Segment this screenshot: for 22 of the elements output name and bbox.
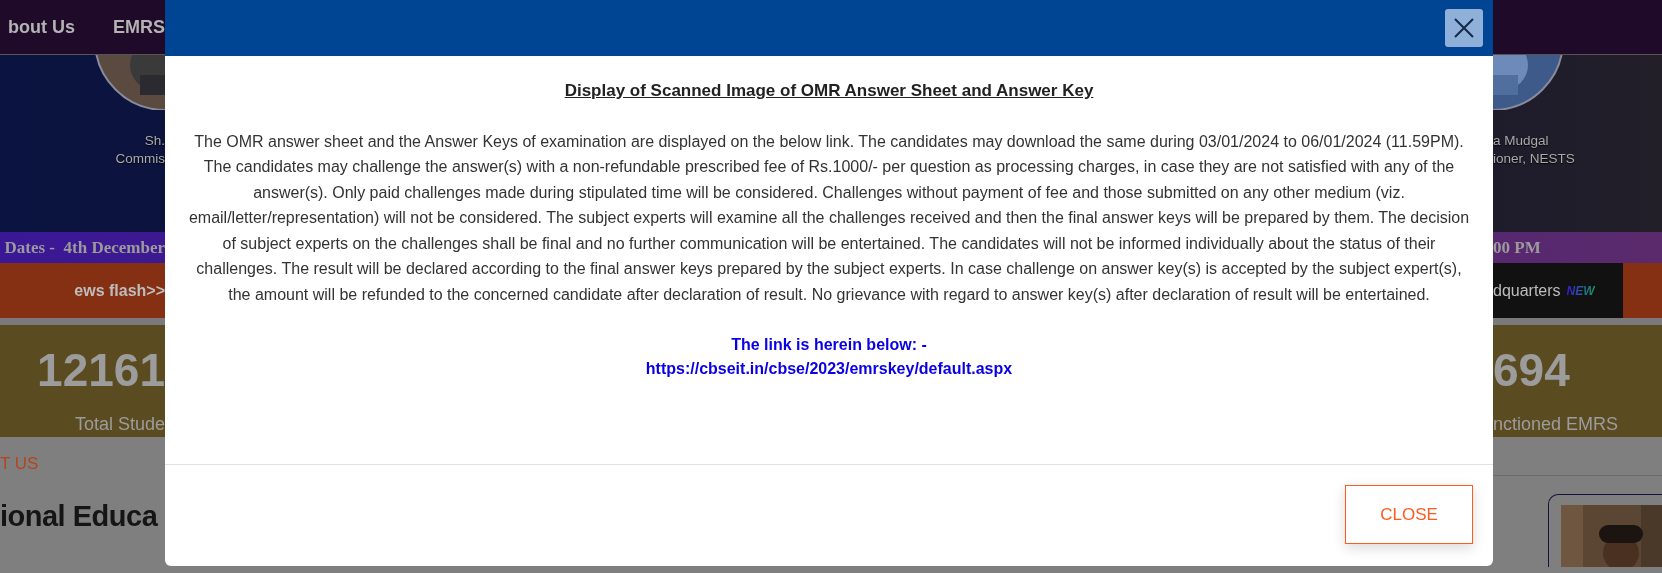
news-item: dquarters	[1493, 280, 1561, 301]
close-icon	[1453, 17, 1475, 39]
ticker-text: Dates - 4th December	[4, 237, 165, 259]
official-title: ioner, NESTS	[1493, 150, 1575, 168]
stat-label: Total Stude	[74, 413, 165, 436]
link-intro: The link is herein below: -	[731, 335, 927, 355]
modal-title: Display of Scanned Image of OMR Answer Sheet and Answer Key	[564, 80, 1094, 102]
modal-paragraph: The OMR answer sheet and the Answer Keys of examination are displayed on the below link. The candidates may download the same during 03/01/2024 to 06/01/2024 (11.59PM). The candidates may challenge the answer(s) with a non-refundable prescribed fee of Rs.1000/- per question as processing charges, in case they are not satisfied with any of the answer(s). Only paid challenges made during stipulated time will be considered. Challenges without payment of fee and those submitted on any other medium (viz. email/letter/representation) will not be considered. The subject experts will examine all the challenges received and then the final answer keys will be prepared by them. The decision of subject experts on the challenges shall be final and no further communication will be entertained. The candidates will not be informed individually about the status of their challenges. The result will be declared according to the final answer keys prepared by the subject experts. In case challenge on answer key(s) is accepted by the subject expert(s), the amount will be refunded to the concerned candidate after declaration of result. No grievance with regard to answer key(s) after declaration of result will be entertained.	[187, 131, 1471, 305]
official-name: Sh.	[144, 132, 165, 150]
section-heading: ional Educa	[0, 498, 159, 534]
ticker-text: 00 PM	[1493, 237, 1541, 259]
stat-value: 12161	[37, 347, 165, 393]
official-title: Commis	[115, 150, 165, 168]
stat-value: 694	[1493, 347, 1570, 393]
close-button[interactable]	[1445, 9, 1483, 47]
stat-label: nctioned EMRS	[1493, 413, 1619, 436]
section-eyebrow: T US	[0, 453, 39, 475]
nav-link[interactable]: EMRS	[113, 13, 165, 41]
official-name: a Mudgal	[1493, 132, 1549, 150]
answer-key-link[interactable]: https://cbseit.in/cbse/2023/emrskey/default.aspx	[645, 357, 1013, 381]
nav-link[interactable]: bout Us	[8, 13, 75, 41]
news-flash-label: ews flash>>	[74, 281, 165, 301]
